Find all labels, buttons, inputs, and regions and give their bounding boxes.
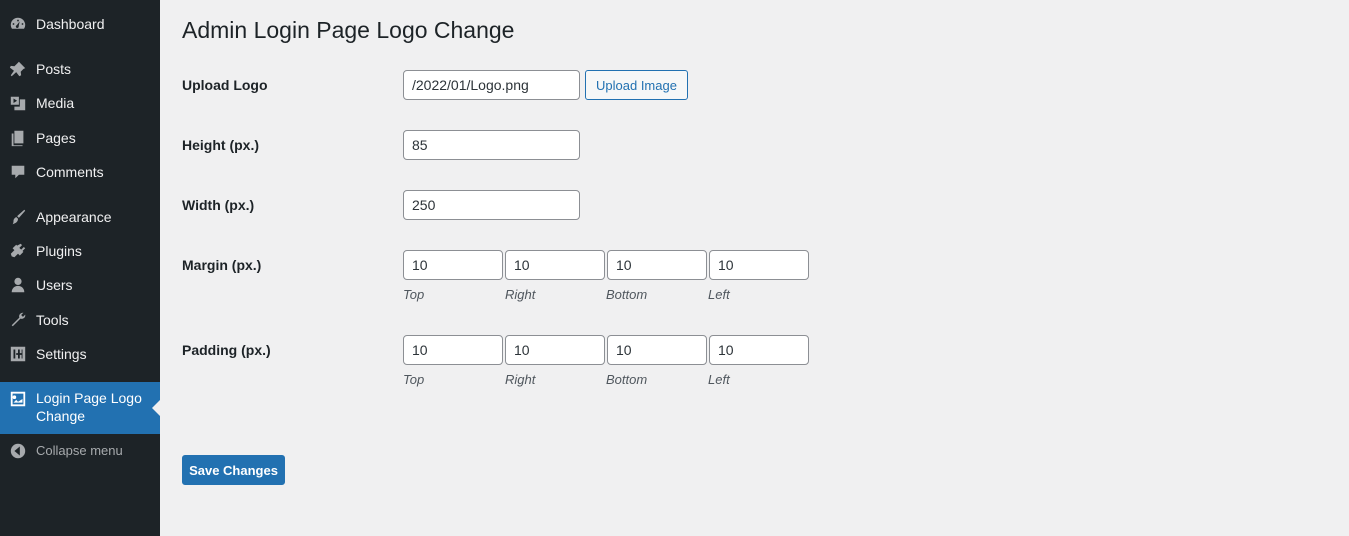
- padding-top-caption: Top: [403, 372, 425, 387]
- sidebar-item-label: Settings: [36, 346, 87, 362]
- padding-right-input[interactable]: [505, 335, 605, 365]
- user-icon: [0, 275, 36, 295]
- plug-icon: [0, 241, 36, 261]
- sidebar-item-posts[interactable]: Posts: [0, 52, 160, 86]
- margin-label: Margin (px.): [182, 257, 262, 273]
- sidebar-item-label: Appearance: [36, 209, 112, 225]
- sidebar-item-dashboard[interactable]: Dashboard: [0, 7, 160, 41]
- margin-bottom-caption: Bottom: [606, 287, 648, 302]
- save-changes-button[interactable]: Save Changes: [182, 455, 285, 485]
- sidebar-item-label: Plugins: [36, 243, 82, 259]
- collapse-menu-button[interactable]: Collapse menu: [0, 434, 160, 468]
- sidebar-item-label: Users: [36, 277, 73, 293]
- margin-left-caption: Left: [708, 287, 730, 302]
- sidebar-item-pages[interactable]: Pages: [0, 121, 160, 155]
- sidebar-item-media[interactable]: Media: [0, 86, 160, 120]
- pages-icon: [0, 128, 36, 148]
- sidebar-item-label: Posts: [36, 61, 72, 77]
- sliders-icon: [0, 344, 36, 364]
- sidebar-item-login-page-logo-change[interactable]: Login Page Logo Change: [0, 382, 160, 434]
- brush-icon: [0, 207, 36, 227]
- padding-bottom-caption: Bottom: [606, 372, 648, 387]
- sidebar-item-label: Pages: [36, 130, 76, 146]
- sidebar-item-settings[interactable]: Settings: [0, 337, 160, 371]
- padding-left-caption: Left: [708, 372, 730, 387]
- sidebar-item-plugins[interactable]: Plugins: [0, 234, 160, 268]
- padding-bottom-input[interactable]: [607, 335, 707, 365]
- sidebar-item-label: Comments: [36, 164, 104, 180]
- dashboard-icon: [0, 14, 36, 34]
- sidebar-item-appearance[interactable]: Appearance: [0, 200, 160, 234]
- margin-left-input[interactable]: [709, 250, 809, 280]
- margin-right-input[interactable]: [505, 250, 605, 280]
- sidebar-item-comments[interactable]: Comments: [0, 155, 160, 189]
- upload-logo-label: Upload Logo: [182, 77, 268, 93]
- sidebar-item-label: Dashboard: [36, 16, 105, 32]
- collapse-arrow-icon: [0, 441, 36, 461]
- comment-icon: [0, 162, 36, 182]
- sidebar-item-label: Tools: [36, 312, 69, 328]
- width-label: Width (px.): [182, 197, 255, 213]
- image-icon: [0, 389, 36, 409]
- wrench-icon: [0, 310, 36, 330]
- active-pointer: [152, 400, 160, 416]
- media-icon: [0, 93, 36, 113]
- padding-top-input[interactable]: [403, 335, 503, 365]
- padding-left-input[interactable]: [709, 335, 809, 365]
- height-label: Height (px.): [182, 137, 259, 153]
- padding-label: Padding (px.): [182, 342, 271, 358]
- upload-image-button[interactable]: Upload Image: [585, 70, 688, 100]
- admin-sidebar: Dashboard Posts Media Pages Comments App…: [0, 0, 160, 536]
- margin-right-caption: Right: [505, 287, 536, 302]
- pin-icon: [0, 59, 36, 79]
- width-input[interactable]: [403, 190, 580, 220]
- margin-top-input[interactable]: [403, 250, 503, 280]
- page-title: Admin Login Page Logo Change: [182, 17, 515, 43]
- sidebar-item-label: Login Page Logo Change: [36, 390, 142, 424]
- collapse-menu-label: Collapse menu: [36, 443, 123, 458]
- logo-url-input[interactable]: [403, 70, 580, 100]
- height-input[interactable]: [403, 130, 580, 160]
- sidebar-item-users[interactable]: Users: [0, 268, 160, 302]
- margin-top-caption: Top: [403, 287, 425, 302]
- padding-right-caption: Right: [505, 372, 536, 387]
- sidebar-item-label: Media: [36, 95, 75, 111]
- sidebar-item-tools[interactable]: Tools: [0, 303, 160, 337]
- margin-bottom-input[interactable]: [607, 250, 707, 280]
